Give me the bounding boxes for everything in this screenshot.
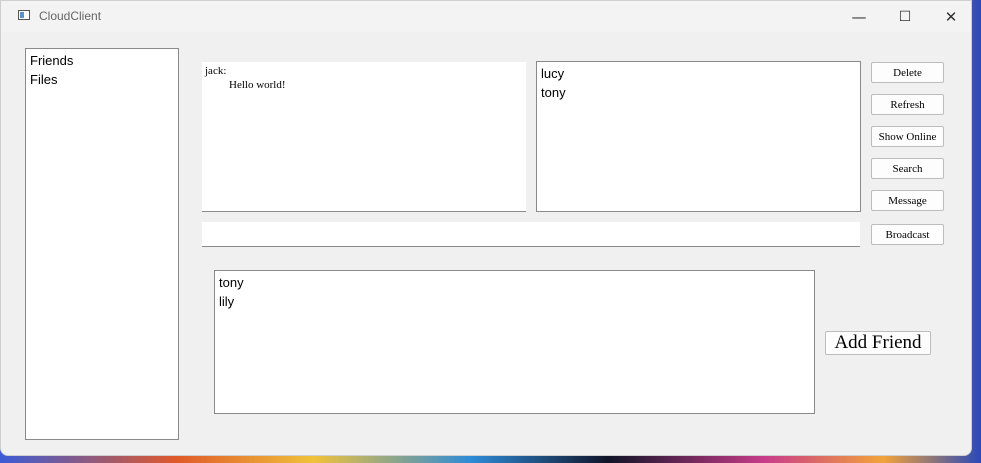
message-button[interactable]: Message — [871, 190, 944, 211]
list-item[interactable]: tony — [537, 83, 860, 102]
nav-list[interactable]: Friends Files — [25, 48, 179, 440]
online-friends-list[interactable]: lucy tony — [536, 61, 861, 212]
add-friend-button[interactable]: Add Friend — [825, 331, 931, 355]
chat-message: Hello world! — [229, 79, 286, 91]
delete-button[interactable]: Delete — [871, 62, 944, 83]
list-item[interactable]: tony — [215, 273, 814, 292]
app-window-icon — [18, 10, 30, 20]
nav-item-files[interactable]: Files — [26, 70, 178, 89]
title-bar[interactable]: CloudClient — ☐ ✕ — [1, 1, 971, 32]
search-results-list[interactable]: tony lily — [214, 270, 815, 414]
chat-sender: jack: — [205, 65, 227, 77]
nav-item-friends[interactable]: Friends — [26, 51, 178, 70]
message-input[interactable] — [202, 222, 860, 247]
app-window: CloudClient — ☐ ✕ Friends Files jack: He… — [0, 0, 972, 456]
close-button[interactable]: ✕ — [928, 1, 974, 32]
maximize-button[interactable]: ☐ — [882, 1, 928, 32]
chat-display[interactable]: jack: Hello world! — [202, 62, 526, 212]
list-item[interactable]: lucy — [537, 64, 860, 83]
refresh-button[interactable]: Refresh — [871, 94, 944, 115]
broadcast-button[interactable]: Broadcast — [871, 224, 944, 245]
search-button[interactable]: Search — [871, 158, 944, 179]
window-title: CloudClient — [39, 9, 102, 23]
list-item[interactable]: lily — [215, 292, 814, 311]
minimize-button[interactable]: — — [836, 1, 882, 32]
show-online-button[interactable]: Show Online — [871, 126, 944, 147]
